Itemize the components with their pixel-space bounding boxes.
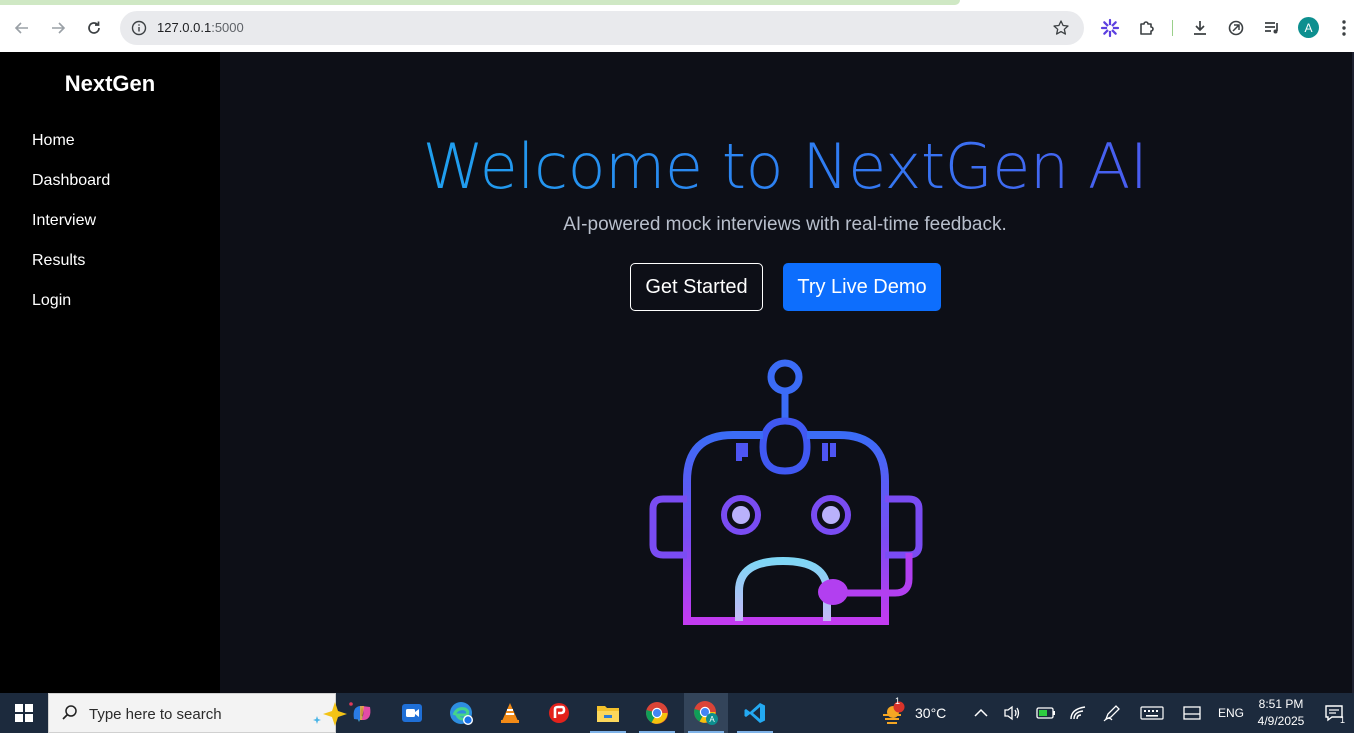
notification-icon[interactable] [1320, 693, 1348, 733]
extension-asterisk-icon[interactable] [1099, 17, 1121, 39]
sidebar-item-interview[interactable]: Interview [32, 212, 96, 230]
bookmark-star-icon[interactable] [1052, 19, 1070, 42]
url-host: 127.0.0.1 [157, 20, 212, 35]
kebab-menu-icon[interactable] [1333, 17, 1354, 39]
weather-badge: 1 [895, 696, 901, 706]
brand-logo[interactable]: NextGen [0, 71, 220, 97]
taskbar-vlc-icon[interactable] [488, 693, 532, 733]
profile-avatar[interactable]: A [1298, 17, 1319, 38]
battery-icon[interactable] [1034, 693, 1058, 733]
main-content: Welcome to NextGen AI AI-powered mock in… [220, 52, 1354, 693]
clock-date: 4/9/2025 [1257, 714, 1305, 728]
clock[interactable]: 8:51 PM 4/9/2025 [1252, 696, 1310, 730]
touch-keyboard-icon[interactable] [1138, 693, 1166, 733]
get-started-button[interactable]: Get Started [630, 263, 763, 311]
taskbar-edge-icon[interactable] [439, 693, 483, 733]
search-placeholder: Type here to search [89, 706, 222, 723]
extensions-puzzle-icon[interactable] [1136, 17, 1158, 39]
chevron-up-icon[interactable] [970, 693, 992, 733]
wifi-icon[interactable] [1066, 693, 1090, 733]
clock-time: 8:51 PM [1258, 697, 1304, 711]
hero-subtitle: AI-powered mock interviews with real-tim… [563, 214, 1007, 235]
hero-title: Welcome to NextGen AI [220, 130, 1350, 203]
weather-icon[interactable] [877, 693, 907, 733]
toolbar-divider [1172, 20, 1173, 36]
taskbar-vscode-icon[interactable] [733, 693, 777, 733]
sidebar-item-dashboard[interactable]: Dashboard [32, 172, 110, 190]
taskbar-search-input[interactable]: Type here to search [48, 693, 364, 733]
copilot-icon[interactable] [1225, 17, 1247, 39]
tab-strip-accent [0, 0, 960, 5]
search-icon [61, 704, 79, 727]
notification-count: 1 [1340, 715, 1346, 725]
forward-arrow-icon[interactable] [46, 16, 70, 40]
sidebar-item-results[interactable]: Results [32, 252, 85, 270]
sidebar-item-home[interactable]: Home [32, 132, 75, 150]
media-queue-icon[interactable] [1261, 17, 1283, 39]
url-text[interactable]: 127.0.0.1:5000 [157, 20, 244, 35]
taskbar-file-explorer-icon[interactable] [586, 693, 630, 733]
taskbar-zoom-icon[interactable] [390, 693, 434, 733]
sidebar-item-login[interactable]: Login [32, 292, 71, 310]
url-port: :5000 [211, 20, 244, 35]
taskbar: Type here to search A 1 30°C ENG 8:51 PM… [0, 693, 1354, 733]
pen-icon[interactable] [1100, 693, 1124, 733]
taskbar-chrome-profile-icon[interactable]: A [684, 693, 728, 733]
browser-chrome: 127.0.0.1:5000 A [0, 0, 1354, 52]
download-icon[interactable] [1189, 17, 1211, 39]
language-indicator[interactable]: ENG [1218, 706, 1244, 720]
reload-icon[interactable] [82, 16, 106, 40]
robot-headset-icon [649, 359, 923, 625]
try-live-demo-button[interactable]: Try Live Demo [783, 263, 941, 311]
display-icon[interactable] [1180, 693, 1204, 733]
svg-text:A: A [709, 715, 715, 724]
taskbar-pdf-reader-icon[interactable] [537, 693, 581, 733]
taskbar-chrome-icon[interactable] [635, 693, 679, 733]
volume-icon[interactable] [1000, 693, 1024, 733]
sidebar: NextGen Home Dashboard Interview Results… [0, 52, 220, 693]
windows-start-icon[interactable] [0, 693, 48, 733]
site-info-icon[interactable] [130, 19, 148, 37]
taskbar-copilot-icon[interactable] [340, 693, 384, 733]
temperature-text[interactable]: 30°C [915, 705, 946, 721]
back-arrow-icon[interactable] [10, 16, 34, 40]
address-bar[interactable]: 127.0.0.1:5000 [120, 11, 1084, 45]
hero-title-text: Welcome to NextGen AI [422, 130, 1148, 203]
